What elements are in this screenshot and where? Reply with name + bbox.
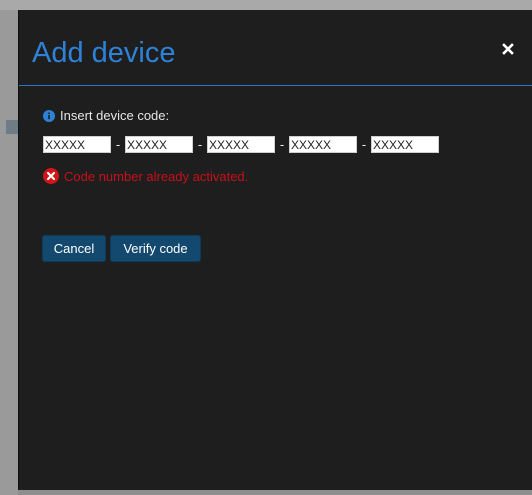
backdrop-element bbox=[6, 120, 18, 134]
device-code-label-text: Insert device code: bbox=[60, 108, 170, 123]
dialog-actions: Cancel Verify code bbox=[42, 235, 201, 262]
dialog-header: Add device bbox=[19, 10, 532, 86]
info-icon bbox=[43, 109, 55, 122]
error-message: Code number already activated. bbox=[43, 168, 248, 184]
backdrop-left bbox=[0, 10, 18, 495]
error-icon bbox=[43, 168, 59, 184]
add-device-dialog: Add device Insert device code: - - - - bbox=[18, 10, 532, 490]
code-field-4[interactable] bbox=[289, 136, 357, 153]
verify-code-button[interactable]: Verify code bbox=[110, 235, 201, 262]
code-separator: - bbox=[279, 137, 285, 152]
backdrop-top bbox=[0, 0, 532, 10]
close-icon[interactable] bbox=[501, 42, 515, 56]
code-field-1[interactable] bbox=[43, 136, 111, 153]
code-separator: - bbox=[361, 137, 367, 152]
code-separator: - bbox=[197, 137, 203, 152]
code-field-3[interactable] bbox=[207, 136, 275, 153]
code-field-2[interactable] bbox=[125, 136, 193, 153]
device-code-label: Insert device code: bbox=[43, 108, 169, 123]
device-code-inputs: - - - - bbox=[43, 136, 439, 153]
error-message-text: Code number already activated. bbox=[64, 168, 249, 184]
dialog-title: Add device bbox=[32, 37, 176, 69]
code-field-5[interactable] bbox=[371, 136, 439, 153]
cancel-button[interactable]: Cancel bbox=[42, 235, 106, 262]
code-separator: - bbox=[115, 137, 121, 152]
